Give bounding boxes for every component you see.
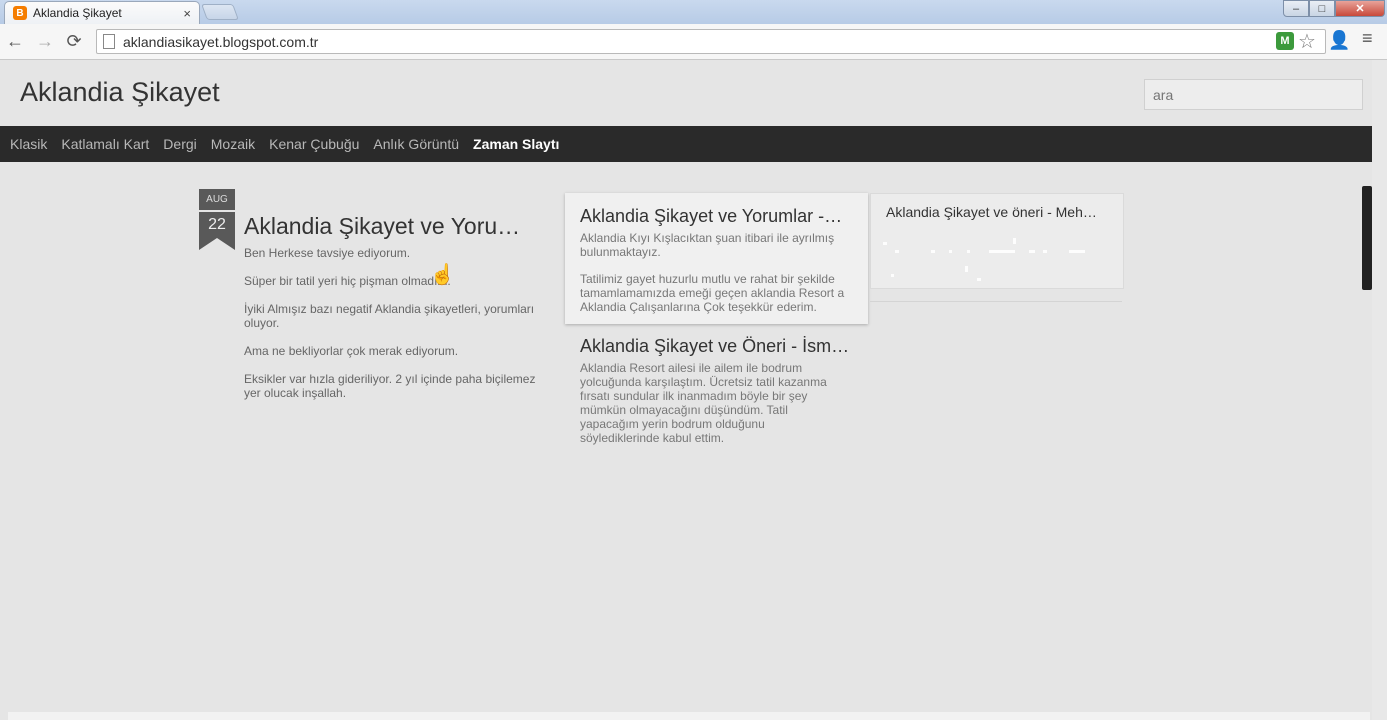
- page-footer-strip: [8, 712, 1370, 720]
- blogger-favicon-icon: B: [13, 6, 27, 20]
- url-text: aklandiasikayet.blogspot.com.tr: [123, 33, 319, 50]
- back-arrow-icon[interactable]: ←: [4, 30, 26, 52]
- post-paragraph: Ama ne bekliyorlar çok merak ediyorum.: [244, 344, 459, 358]
- reload-icon[interactable]: ⟳: [63, 30, 85, 52]
- hand-cursor-icon: ☝: [430, 264, 455, 286]
- close-window-button[interactable]: ✕: [1335, 0, 1385, 17]
- post-date-day: 22: [199, 212, 235, 238]
- address-bar[interactable]: aklandiasikayet.blogspot.com.tr: [96, 29, 1326, 54]
- nav-item-katlamali-kart[interactable]: Katlamalı Kart: [61, 136, 149, 152]
- nav-item-klasik[interactable]: Klasik: [10, 136, 47, 152]
- post-card-snippet: Aklandia Resort ailesi ile ailem ile bod…: [580, 361, 840, 458]
- post-paragraph: Eksikler var hızla gideriliyor. 2 yıl iç…: [244, 372, 536, 400]
- nav-item-zaman-slayti[interactable]: Zaman Slaytı: [473, 136, 559, 152]
- tab-close-icon[interactable]: ×: [183, 6, 191, 21]
- search-input[interactable]: [1144, 79, 1363, 110]
- browser-toolbar: ← → ⟳ aklandiasikayet.blogspot.com.tr M …: [0, 24, 1387, 60]
- browser-tab[interactable]: B Aklandia Şikayet ×: [4, 1, 200, 24]
- post-card-title[interactable]: Aklandia Şikayet ve öneri - Meh…: [886, 204, 1111, 220]
- nav-item-dergi[interactable]: Dergi: [163, 136, 196, 152]
- nav-item-kenar-cubugu[interactable]: Kenar Çubuğu: [269, 136, 359, 152]
- nav-item-anlik-goruntu[interactable]: Anlık Görüntü: [373, 136, 459, 152]
- blog-title[interactable]: Aklandia Şikayet: [20, 77, 220, 108]
- bookmark-star-icon[interactable]: ☆: [1298, 29, 1316, 54]
- page-icon: [103, 34, 115, 49]
- snippet-paragraph: Aklandia Kıyı Kışlacıktan şuan itibari i…: [580, 231, 835, 259]
- snippet-paragraph: Aklandia Resort ailesi ile ailem ile bod…: [580, 361, 827, 445]
- date-ribbon: [199, 238, 235, 250]
- extension-icon[interactable]: M: [1276, 32, 1294, 50]
- post-card[interactable]: Aklandia Şikayet ve öneri - Meh…: [870, 193, 1124, 289]
- browser-titlebar: B Aklandia Şikayet × – □ ✕: [0, 0, 1387, 24]
- post-card-title[interactable]: Aklandia Şikayet ve Öneri - İsm…: [580, 336, 860, 357]
- divider: [870, 301, 1122, 302]
- post-card-snippet: Aklandia Kıyı Kışlacıktan şuan itibari i…: [580, 231, 860, 327]
- tab-title: Aklandia Şikayet: [33, 6, 122, 20]
- image-placeholder: [883, 234, 1113, 284]
- user-profile-icon[interactable]: 👤: [1328, 30, 1350, 51]
- post-card[interactable]: Aklandia Şikayet ve Öneri - İsm… Aklandi…: [565, 325, 868, 465]
- scrollbar-thumb[interactable]: [1362, 186, 1372, 290]
- post-card[interactable]: Aklandia Şikayet ve Yorumlar -… Aklandia…: [565, 193, 868, 324]
- main-post-title[interactable]: Aklandia Şikayet ve Yoru…: [244, 213, 554, 240]
- view-nav-bar: Klasik Katlamalı Kart Dergi Mozaik Kenar…: [0, 126, 1372, 162]
- blog-page: Aklandia Şikayet Klasik Katlamalı Kart D…: [0, 60, 1387, 720]
- post-paragraph: İyiki Almışız bazı negatif Aklandia şika…: [244, 302, 535, 330]
- nav-item-mozaik[interactable]: Mozaik: [211, 136, 255, 152]
- minimize-button[interactable]: –: [1283, 0, 1309, 17]
- post-card-title[interactable]: Aklandia Şikayet ve Yorumlar -…: [580, 206, 860, 227]
- post-paragraph: Ben Herkese tavsiye ediyorum.: [244, 246, 411, 260]
- post-date-month: AUG: [199, 189, 235, 210]
- scrollbar-track[interactable]: [1372, 60, 1387, 720]
- snippet-paragraph: Tatilimiz gayet huzurlu mutlu ve rahat b…: [580, 272, 845, 314]
- post-paragraph: Süper bir tatil yeri hiç pişman olmadım.: [244, 274, 451, 288]
- new-tab-button[interactable]: [201, 4, 239, 20]
- chrome-menu-icon[interactable]: ≡: [1362, 28, 1373, 49]
- maximize-button[interactable]: □: [1309, 0, 1335, 17]
- main-post-body: Ben Herkese tavsiye ediyorum. Süper bir …: [244, 246, 554, 414]
- forward-arrow-icon[interactable]: →: [34, 30, 56, 52]
